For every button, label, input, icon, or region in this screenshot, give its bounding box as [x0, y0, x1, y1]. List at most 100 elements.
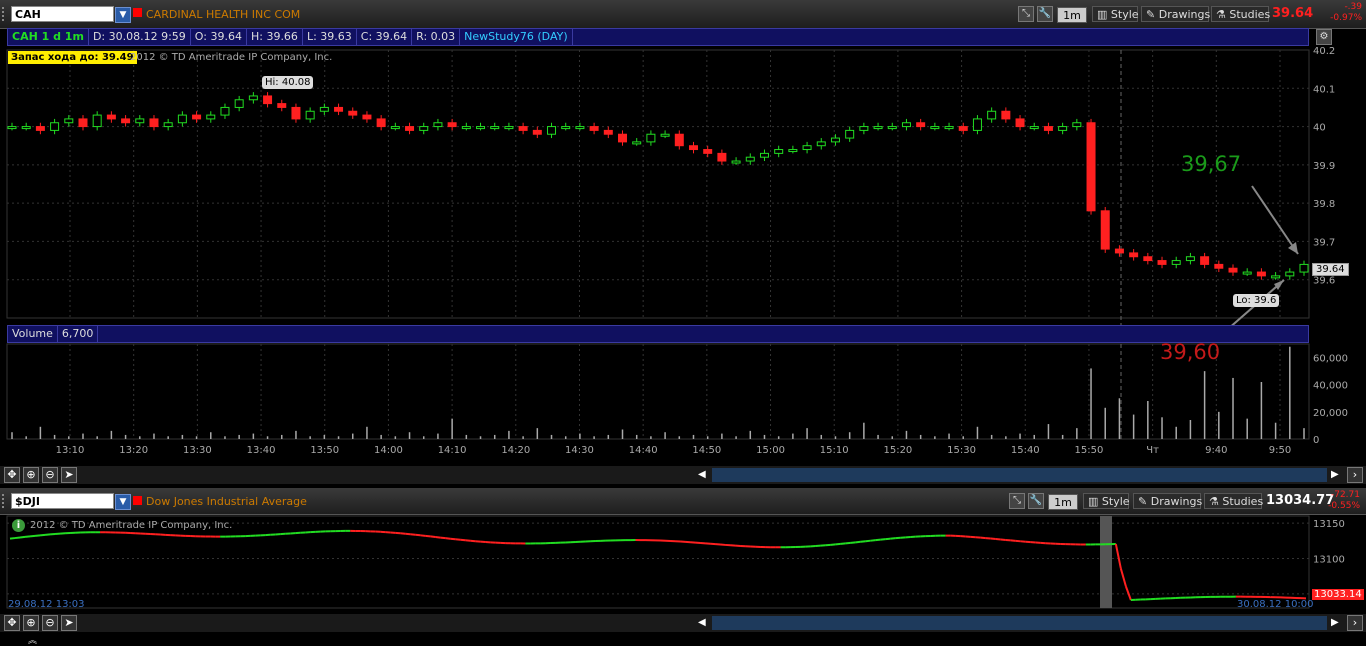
- style-button[interactable]: ▥ Style: [1092, 6, 1138, 22]
- style-label: Style: [1111, 8, 1139, 21]
- top-scroll-row: ✥ ⊕ ⊖ ➤ ◀ ▶ ›: [0, 466, 1366, 484]
- dji-line-segment: [410, 534, 415, 535]
- link-icon[interactable]: [133, 8, 142, 17]
- interval-button[interactable]: 1m: [1057, 7, 1087, 23]
- dji-horizontal-scrollbar[interactable]: [712, 616, 1327, 630]
- crosshair-icon[interactable]: ⤡: [1018, 6, 1034, 22]
- dji-scroll-right-arrow[interactable]: ▶: [1331, 617, 1339, 628]
- candle-body: [959, 127, 967, 131]
- time-tick-label: 15:50: [1075, 445, 1104, 456]
- candle-body: [1243, 272, 1251, 274]
- dji-drawings-button[interactable]: ✎ Drawings: [1133, 493, 1201, 509]
- volume-tick-label: 0: [1313, 435, 1319, 446]
- candle-body: [1044, 127, 1052, 131]
- symbol-input[interactable]: CAH: [11, 6, 114, 22]
- candle-body: [306, 111, 314, 119]
- candle-body: [874, 127, 882, 129]
- flask-icon: ⚗: [1216, 8, 1226, 21]
- dji-symbol-input[interactable]: $DJI: [11, 493, 114, 509]
- dji-line-segment: [841, 543, 846, 544]
- dji-line-segment: [30, 536, 35, 537]
- candle-body: [1144, 257, 1152, 261]
- dji-line-segment: [25, 536, 30, 537]
- dji-tick-label: 13100: [1313, 554, 1345, 565]
- time-tick-label: 14:20: [501, 445, 530, 456]
- chart-info-bar: CAH 1 d 1mD: 30.08.12 9:59O: 39.64H: 39.…: [7, 28, 1309, 46]
- candle-body: [1130, 253, 1138, 257]
- pan-icon[interactable]: ✥: [4, 467, 20, 483]
- dji-zoom-out-icon[interactable]: ⊖: [42, 615, 58, 631]
- candle-body: [1300, 264, 1308, 272]
- time-tick-label: 9:40: [1205, 445, 1227, 456]
- price-plot-area: [7, 50, 1309, 318]
- dji-pan-icon[interactable]: ✥: [4, 615, 20, 631]
- collapse-handle-icon[interactable]: ︽: [28, 633, 37, 646]
- dji-symbol-dropdown-button[interactable]: ▼: [115, 494, 131, 510]
- time-tick-label: 15:30: [947, 445, 976, 456]
- scroll-right-arrow[interactable]: ▶: [1331, 469, 1339, 480]
- dji-line-segment: [415, 535, 420, 536]
- candle-body: [1158, 261, 1166, 265]
- price-tick-label: 40.1: [1313, 84, 1335, 95]
- time-tick-label: 14:10: [438, 445, 467, 456]
- dji-drawings-label: Drawings: [1151, 495, 1202, 508]
- info-icon[interactable]: i: [12, 519, 25, 532]
- candle-body: [1115, 249, 1123, 253]
- symbol-dropdown-button[interactable]: ▼: [115, 7, 131, 23]
- dji-grip-icon[interactable]: [2, 494, 10, 508]
- info-high: H: 39.66: [247, 29, 303, 45]
- dji-interval-button[interactable]: 1m: [1048, 494, 1078, 510]
- volume-plot-area: [7, 344, 1309, 439]
- expand-right-icon[interactable]: ›: [1347, 467, 1363, 483]
- zoom-out-icon[interactable]: ⊖: [42, 467, 58, 483]
- dji-zoom-in-icon[interactable]: ⊕: [23, 615, 39, 631]
- candle-body: [462, 127, 470, 129]
- candle-body: [576, 127, 584, 129]
- dji-pointer-icon[interactable]: ➤: [61, 615, 77, 631]
- grip-icon[interactable]: [2, 7, 10, 21]
- scroll-left-arrow[interactable]: ◀: [698, 469, 706, 480]
- studies-label: Studies: [1229, 8, 1270, 21]
- candle-body: [1073, 123, 1081, 127]
- candle-body: [51, 123, 59, 131]
- pencil-icon: ✎: [1146, 8, 1155, 21]
- dji-expand-right-icon[interactable]: ›: [1347, 615, 1363, 631]
- candle-body: [746, 157, 754, 161]
- drawings-button[interactable]: ✎ Drawings: [1141, 6, 1209, 22]
- dji-line-segment: [846, 543, 851, 544]
- dji-studies-button[interactable]: ⚗ Studies: [1204, 493, 1262, 509]
- studies-button[interactable]: ⚗ Studies: [1211, 6, 1269, 22]
- dji-link-icon[interactable]: [133, 496, 142, 505]
- zoom-in-icon[interactable]: ⊕: [23, 467, 39, 483]
- candle-body: [448, 123, 456, 127]
- time-tick-label: 14:30: [565, 445, 594, 456]
- info-low: L: 39.63: [303, 29, 357, 45]
- candle-body: [150, 119, 158, 127]
- dji-line-segment: [420, 535, 425, 536]
- candle-body: [320, 107, 328, 111]
- time-tick-label: 15:00: [756, 445, 785, 456]
- dji-change: -72.71: [1331, 490, 1360, 500]
- candle-body: [917, 123, 925, 127]
- price-chart[interactable]: 40.240.14039.939.839.739.613:1013:2013:3…: [0, 46, 1366, 486]
- time-tick-label: 14:40: [629, 445, 658, 456]
- pointer-icon[interactable]: ➤: [61, 467, 77, 483]
- dji-style-icon: ▥: [1088, 495, 1098, 508]
- dji-wrench-icon[interactable]: 🔧: [1028, 493, 1044, 509]
- dji-crosshair-icon[interactable]: ⤡: [1009, 493, 1025, 509]
- candle-body: [548, 127, 556, 135]
- horizontal-scrollbar[interactable]: [712, 468, 1327, 482]
- dji-line-segment: [851, 542, 856, 543]
- last-price: 39.64: [1272, 6, 1313, 21]
- dji-line-segment: [450, 539, 455, 540]
- chart-settings-icon[interactable]: ⚙: [1316, 29, 1332, 45]
- candle-body: [235, 100, 243, 108]
- candle-body: [718, 153, 726, 161]
- study-name[interactable]: NewStudy76 (DAY): [460, 29, 573, 45]
- dji-style-button[interactable]: ▥ Style: [1083, 493, 1129, 509]
- wrench-icon[interactable]: 🔧: [1037, 6, 1053, 22]
- dji-line-segment: [881, 539, 886, 540]
- dji-scroll-left-arrow[interactable]: ◀: [698, 617, 706, 628]
- time-tick-label: 13:20: [119, 445, 148, 456]
- candle-body: [335, 107, 343, 111]
